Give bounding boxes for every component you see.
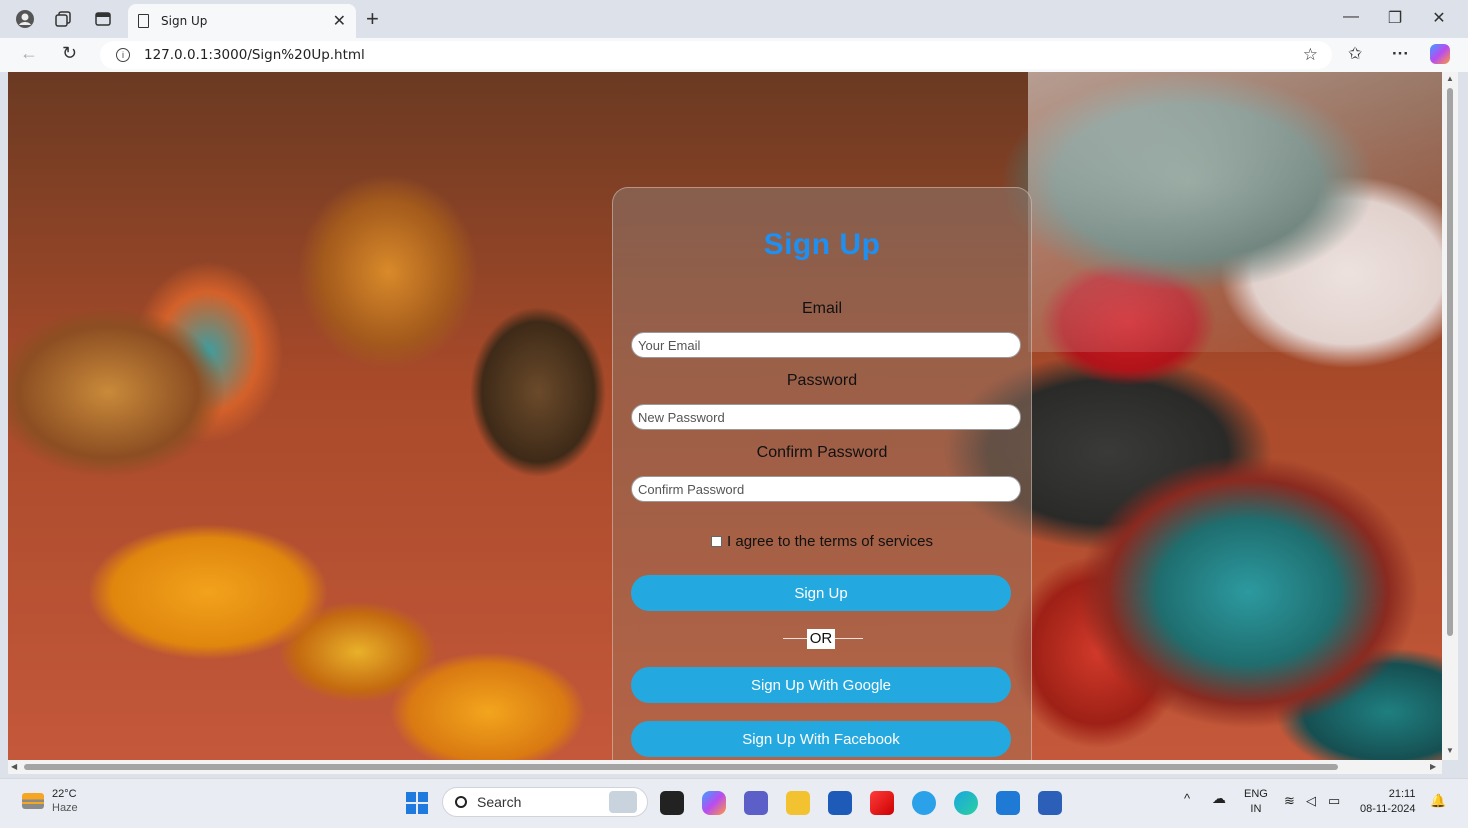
start-icon[interactable] [405,791,429,815]
weather-widget[interactable]: 22°C Haze [22,787,78,815]
close-window-icon[interactable]: ✕ [1424,8,1454,28]
vscode-icon[interactable] [996,791,1020,815]
show-hidden-icons[interactable]: ^ [1184,791,1190,806]
haze-icon [22,793,44,809]
terms-label: I agree to the terms of services [727,533,933,550]
scroll-up-icon[interactable]: ▲ [1446,74,1454,83]
date: 08-11-2024 [1360,803,1416,815]
favorite-star-icon[interactable]: ☆ [1303,45,1318,65]
store-icon[interactable] [828,791,852,815]
language-indicator[interactable]: ENG IN [1244,787,1268,817]
vertical-scroll-thumb[interactable] [1447,88,1453,636]
scroll-left-icon[interactable]: ◀ [11,762,17,771]
clock[interactable]: 21:11 08-11-2024 [1360,787,1415,817]
file-explorer-icon[interactable] [786,791,810,815]
search-label: Search [477,794,522,810]
terms-agreement: I agree to the terms of services [613,533,1031,550]
background-image-detail [1028,72,1442,352]
or-text: OR [807,629,835,649]
confirm-password-label: Confirm Password [756,444,888,461]
more-options-icon[interactable]: ··· [1392,44,1409,64]
horizontal-scroll-thumb[interactable] [24,764,1338,770]
password-label: Password [786,372,858,389]
notification-icon[interactable]: 🔔 [1430,793,1446,808]
workspaces-icon[interactable] [52,8,74,30]
page-title: Sign Up [763,228,881,261]
task-view-icon[interactable] [660,791,684,815]
sign-up-button[interactable]: Sign Up [631,575,1011,611]
onedrive-icon[interactable]: ☁ [1212,791,1226,806]
favorites-icon[interactable]: ✩ [1348,44,1362,64]
copilot-icon[interactable] [1430,44,1450,64]
wifi-icon[interactable]: ≋ [1284,793,1295,808]
refresh-icon[interactable]: ↻ [62,43,77,64]
new-tab-button[interactable]: + [366,6,379,32]
language-line1: ENG [1244,788,1268,800]
scroll-right-icon[interactable]: ▶ [1430,762,1436,771]
vertical-scrollbar[interactable]: ▲ ▼ [1442,72,1458,760]
teams-icon[interactable] [744,791,768,815]
tab-strip: Sign Up ✕ + — ❐ ✕ [0,0,1468,38]
page-viewport: Sign Up Email Your Email Password New Pa… [8,72,1442,760]
restore-icon[interactable]: ❐ [1380,8,1410,28]
scroll-down-icon[interactable]: ▼ [1446,746,1454,755]
battery-icon[interactable]: ▭ [1328,793,1340,808]
page-icon [138,14,149,28]
taskbar: 22°C Haze Search ^ ☁ ENG IN ≋ ◁ ▭ 21:11 … [0,778,1468,828]
volume-icon[interactable]: ◁ [1306,793,1316,808]
facebook-sign-up-button[interactable]: Sign Up With Facebook [631,721,1011,757]
taskbar-search[interactable]: Search [442,787,648,817]
back-icon[interactable]: ← [20,43,38,64]
profile-icon[interactable] [14,8,36,30]
browser-window: Sign Up ✕ + — ❐ ✕ ← ↻ i 127.0.0.1:3000/S… [0,0,1468,828]
url-text: 127.0.0.1:3000/Sign%20Up.html [144,47,365,63]
tab-title: Sign Up [161,14,208,28]
email-field[interactable]: Your Email [631,332,1021,358]
horizontal-scrollbar[interactable]: ◀ ▶ [8,760,1442,774]
minimize-icon[interactable]: — [1336,8,1366,26]
edge-icon[interactable] [954,791,978,815]
navigation-bar: ← ↻ i 127.0.0.1:3000/Sign%20Up.html ☆ ✩ … [0,38,1468,72]
terms-checkbox[interactable] [711,536,723,547]
email-label: Email [801,300,842,317]
google-sign-up-button[interactable]: Sign Up With Google [631,667,1011,703]
tab-sign-up[interactable]: Sign Up ✕ [128,4,356,38]
confirm-password-field[interactable]: Confirm Password [631,476,1021,502]
password-field[interactable]: New Password [631,404,1021,430]
tab-close-icon[interactable]: ✕ [333,11,346,31]
site-info-icon[interactable]: i [116,48,130,62]
search-icon [455,796,467,808]
tab-actions-icon[interactable] [92,8,114,30]
signup-card: Sign Up Email Your Email Password New Pa… [612,187,1032,760]
weather-condition: Haze [52,802,78,814]
copilot-app-icon[interactable] [702,791,726,815]
address-bar[interactable]: i 127.0.0.1:3000/Sign%20Up.html ☆ [100,41,1332,69]
help-icon[interactable] [912,791,936,815]
search-highlight-icon [609,791,637,813]
time: 21:11 [1388,788,1416,800]
word-icon[interactable] [1038,791,1062,815]
temperature: 22°C [52,788,77,800]
language-line2: IN [1250,803,1262,815]
app-diamond-icon[interactable] [870,791,894,815]
